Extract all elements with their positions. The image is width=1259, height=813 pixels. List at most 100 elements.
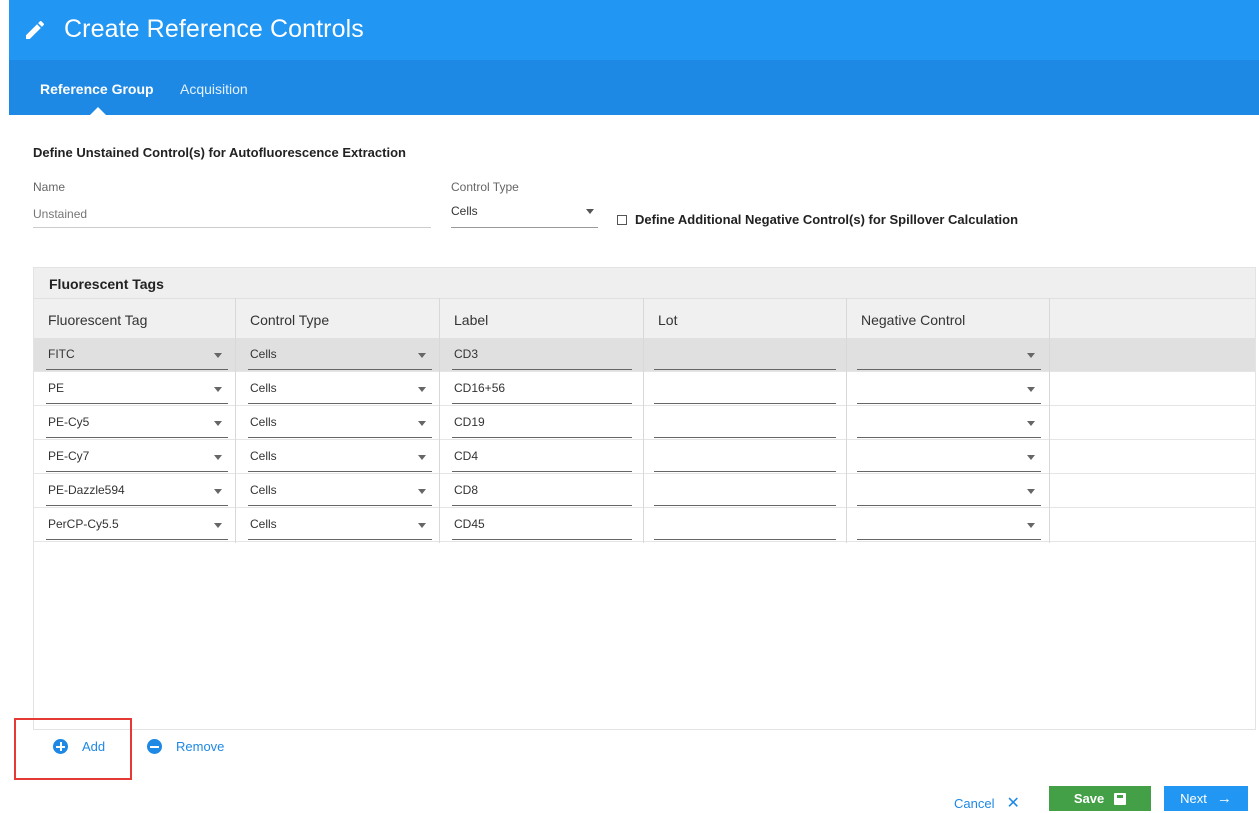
column-divider bbox=[1049, 298, 1050, 543]
floppy-disk-icon bbox=[1114, 792, 1127, 805]
active-tab-indicator bbox=[90, 107, 106, 115]
label-input-value: CD16+56 bbox=[454, 381, 506, 395]
field-underline bbox=[452, 369, 632, 370]
table-row[interactable]: PE-Dazzle594 Cells CD8 bbox=[34, 474, 1255, 508]
field-underline bbox=[452, 539, 632, 540]
field-underline bbox=[248, 403, 432, 404]
chevron-down-icon[interactable] bbox=[418, 523, 426, 528]
table-row[interactable]: PE-Cy5 Cells CD19 bbox=[34, 406, 1255, 440]
tab-bar: Reference Group Acquisition bbox=[9, 60, 1259, 115]
name-input[interactable] bbox=[33, 200, 431, 228]
field-underline bbox=[248, 505, 432, 506]
field-underline bbox=[654, 437, 836, 438]
cancel-button-label: Cancel bbox=[954, 795, 995, 811]
cancel-button[interactable]: Cancel ✕ bbox=[954, 793, 1020, 813]
control-type-value: Cells bbox=[451, 204, 478, 218]
field-underline bbox=[857, 369, 1041, 370]
chevron-down-icon[interactable] bbox=[1027, 421, 1035, 426]
field-underline bbox=[248, 471, 432, 472]
field-underline bbox=[452, 403, 632, 404]
additional-negative-control-option[interactable]: Define Additional Negative Control(s) fo… bbox=[617, 212, 1018, 227]
control-type-label: Control Type bbox=[451, 180, 519, 194]
chevron-down-icon[interactable] bbox=[214, 421, 222, 426]
name-label: Name bbox=[33, 180, 66, 194]
chevron-down-icon[interactable] bbox=[418, 489, 426, 494]
chevron-down-icon[interactable] bbox=[214, 455, 222, 460]
chevron-down-icon[interactable] bbox=[418, 387, 426, 392]
field-underline bbox=[654, 471, 836, 472]
chevron-down-icon[interactable] bbox=[1027, 455, 1035, 460]
chevron-down-icon[interactable] bbox=[418, 353, 426, 358]
column-header-negative-control: Negative Control bbox=[861, 312, 966, 328]
chevron-down-icon[interactable] bbox=[214, 387, 222, 392]
column-divider bbox=[846, 298, 847, 543]
control-type-cell-select-value: Cells bbox=[250, 517, 277, 531]
fluorescent-tag-select-value: PE bbox=[48, 381, 65, 395]
tab-acquisition[interactable]: Acquisition bbox=[180, 81, 248, 97]
pencil-icon bbox=[26, 20, 45, 39]
fluorescent-tag-select-value: PE-Cy7 bbox=[48, 449, 90, 463]
chevron-down-icon bbox=[586, 209, 594, 214]
tab-reference-group[interactable]: Reference Group bbox=[40, 81, 154, 97]
remove-button[interactable]: Remove bbox=[147, 739, 224, 754]
label-input-value: CD45 bbox=[454, 517, 485, 531]
field-underline bbox=[248, 369, 432, 370]
label-input-value: CD3 bbox=[454, 347, 479, 361]
add-button[interactable]: Add bbox=[53, 739, 105, 754]
field-underline bbox=[452, 437, 632, 438]
field-underline bbox=[452, 471, 632, 472]
field-underline bbox=[248, 539, 432, 540]
fluorescent-tags-title: Fluorescent Tags bbox=[34, 268, 1255, 298]
field-underline bbox=[654, 403, 836, 404]
field-underline bbox=[857, 539, 1041, 540]
field-underline bbox=[46, 437, 228, 438]
column-header-lot: Lot bbox=[658, 312, 678, 328]
additional-negative-control-label: Define Additional Negative Control(s) fo… bbox=[635, 212, 1019, 227]
page-title: Create Reference Controls bbox=[64, 15, 364, 43]
field-underline bbox=[452, 505, 632, 506]
chevron-down-icon[interactable] bbox=[214, 523, 222, 528]
chevron-down-icon[interactable] bbox=[214, 353, 222, 358]
chevron-down-icon[interactable] bbox=[1027, 523, 1035, 528]
field-underline bbox=[248, 437, 432, 438]
field-underline bbox=[46, 403, 228, 404]
column-header-label: Label bbox=[454, 312, 489, 328]
column-divider bbox=[235, 298, 236, 543]
label-input-value: CD4 bbox=[454, 449, 479, 463]
fluorescent-tag-select-value: PE-Cy5 bbox=[48, 415, 90, 429]
column-header-fluorescent-tag: Fluorescent Tag bbox=[48, 312, 148, 328]
minus-circle-icon bbox=[147, 739, 162, 754]
app-header: Create Reference Controls bbox=[9, 0, 1259, 60]
field-underline bbox=[46, 539, 228, 540]
column-divider bbox=[439, 298, 440, 543]
plus-circle-icon bbox=[53, 739, 68, 754]
table-row[interactable]: PE Cells CD16+56 bbox=[34, 372, 1255, 406]
field-underline bbox=[654, 539, 836, 540]
add-button-label: Add bbox=[82, 739, 106, 754]
control-type-cell-select-value: Cells bbox=[250, 347, 277, 361]
chevron-down-icon[interactable] bbox=[418, 455, 426, 460]
chevron-down-icon[interactable] bbox=[1027, 353, 1035, 358]
arrow-right-icon: → bbox=[1216, 790, 1232, 807]
fluorescent-tag-select-value: PE-Dazzle594 bbox=[48, 483, 125, 497]
save-button[interactable]: Save bbox=[1049, 786, 1151, 811]
close-icon: ✕ bbox=[1006, 795, 1020, 812]
field-underline bbox=[857, 471, 1041, 472]
chevron-down-icon[interactable] bbox=[418, 421, 426, 426]
chevron-down-icon[interactable] bbox=[1027, 489, 1035, 494]
chevron-down-icon[interactable] bbox=[1027, 387, 1035, 392]
next-button[interactable]: Next → bbox=[1164, 786, 1248, 811]
control-type-cell-select-value: Cells bbox=[250, 483, 277, 497]
remove-button-label: Remove bbox=[176, 739, 225, 754]
control-type-cell-select-value: Cells bbox=[250, 415, 277, 429]
table-row[interactable]: PerCP-Cy5.5 Cells CD45 bbox=[34, 508, 1255, 542]
field-underline bbox=[857, 437, 1041, 438]
field-underline bbox=[654, 369, 836, 370]
additional-negative-control-checkbox[interactable] bbox=[617, 214, 627, 225]
table-row[interactable]: PE-Cy7 Cells CD4 bbox=[34, 440, 1255, 474]
table-header: Fluorescent Tag Control Type Label Lot N… bbox=[34, 298, 1255, 338]
next-button-label: Next bbox=[1180, 791, 1207, 806]
control-type-select[interactable]: Cells bbox=[451, 200, 598, 228]
table-row[interactable]: FITC Cells CD3 bbox=[34, 338, 1255, 372]
chevron-down-icon[interactable] bbox=[214, 489, 222, 494]
